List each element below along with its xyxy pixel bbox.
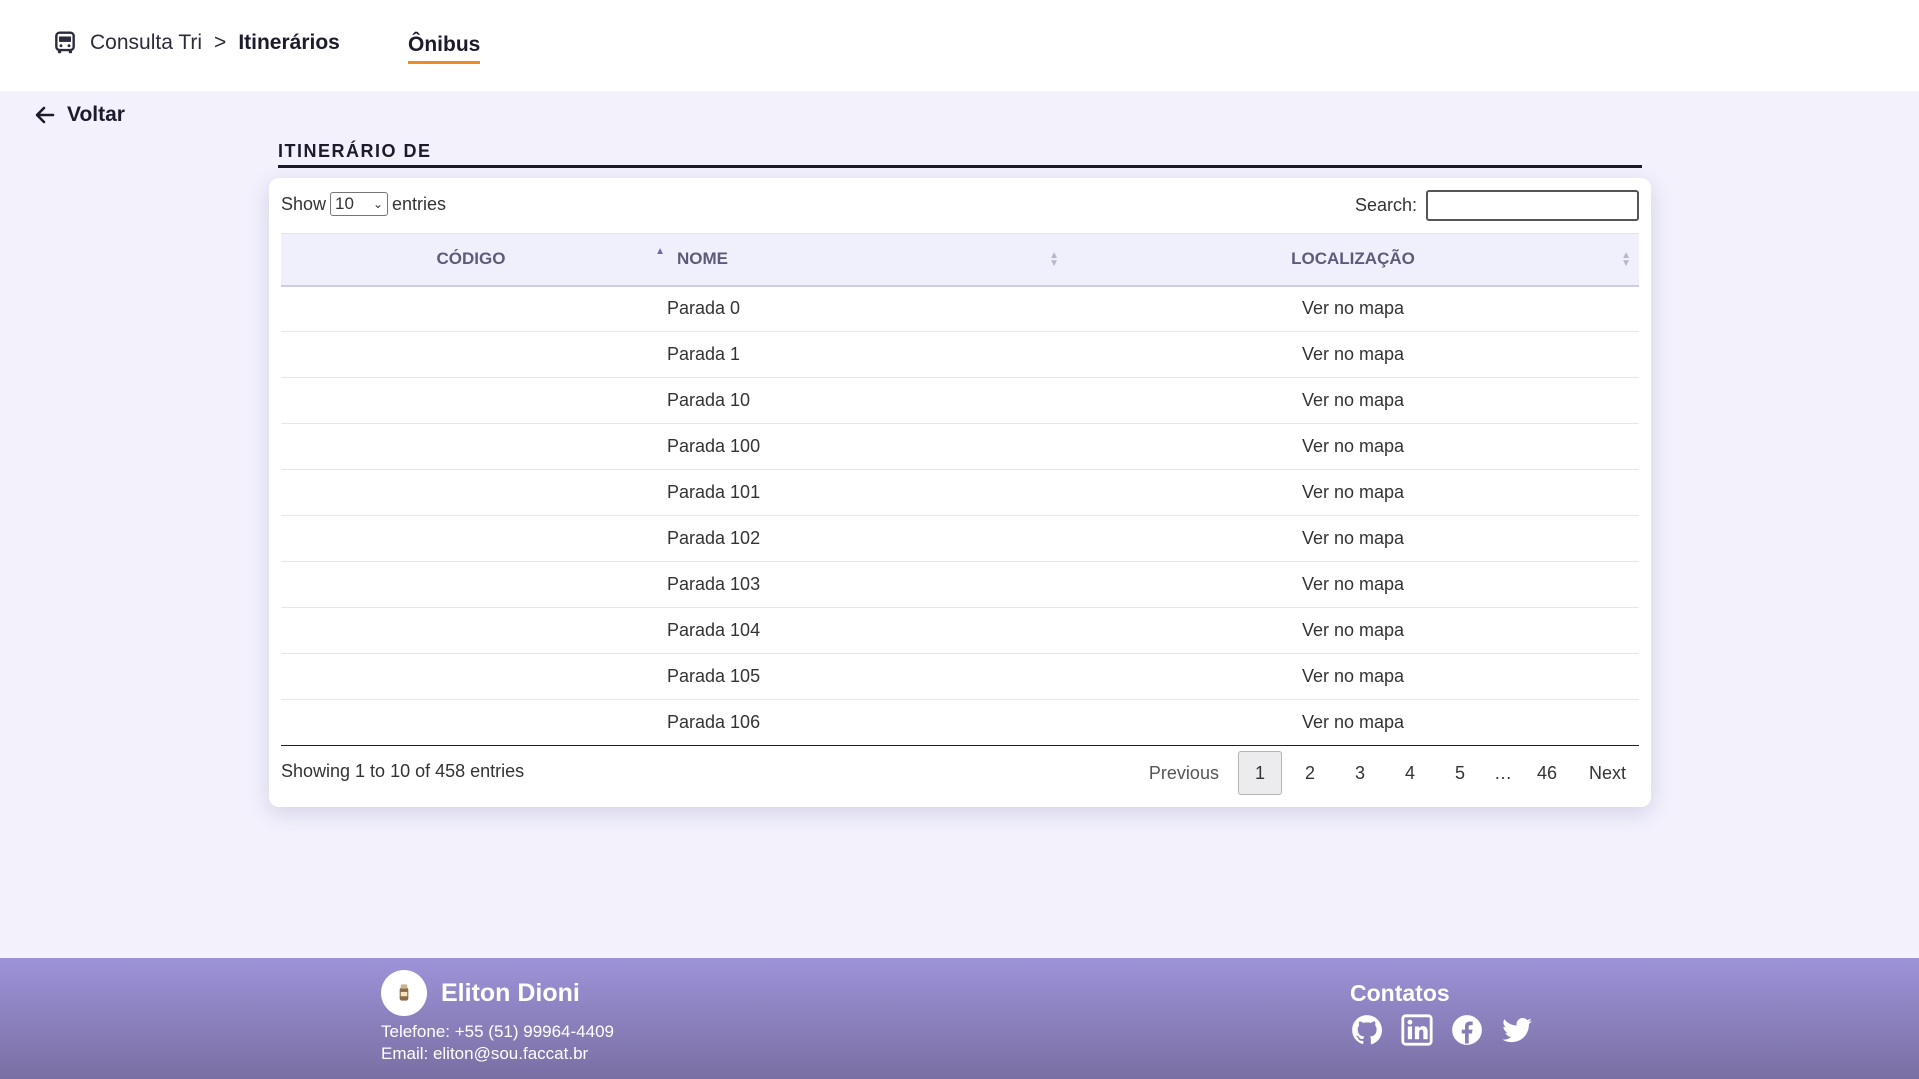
- cell-codigo: [281, 469, 661, 516]
- pagination-page[interactable]: 4: [1388, 751, 1432, 795]
- page-length-value: 10: [335, 194, 354, 213]
- table-row: Parada 100 Ver no mapa: [281, 423, 1639, 470]
- map-link[interactable]: Ver no mapa: [1067, 607, 1639, 654]
- cell-codigo: [281, 607, 661, 654]
- avatar: [381, 970, 427, 1016]
- cell-nome: Parada 0: [661, 285, 1067, 332]
- twitter-icon[interactable]: [1500, 1013, 1534, 1047]
- pagination-next[interactable]: Next: [1576, 751, 1639, 795]
- map-link[interactable]: Ver no mapa: [1067, 285, 1639, 332]
- pagination: Previous 1 2 3 4 5 … 46 Next: [1130, 751, 1639, 795]
- cell-codigo: [281, 285, 661, 332]
- map-link[interactable]: Ver no mapa: [1067, 331, 1639, 378]
- sort-both-icon: ▲ ▼: [1621, 250, 1631, 269]
- map-link[interactable]: Ver no mapa: [1067, 469, 1639, 516]
- table-row: Parada 102 Ver no mapa: [281, 515, 1639, 562]
- entries-label: entries: [392, 193, 447, 214]
- table-row: Parada 0 Ver no mapa: [281, 285, 1639, 332]
- map-link[interactable]: Ver no mapa: [1067, 699, 1639, 746]
- top-navbar: Consulta Tri > Itinerários Ônibus: [0, 0, 1919, 91]
- cell-codigo: [281, 377, 661, 424]
- pagination-page[interactable]: 2: [1288, 751, 1332, 795]
- itinerary-table-card: Show 10 ⌄ entries Search: CÓDIGO ▲ NOME …: [269, 178, 1651, 807]
- sort-both-icon: ▲ ▼: [1049, 250, 1059, 269]
- column-header-codigo[interactable]: CÓDIGO ▲: [281, 233, 665, 287]
- cell-nome: Parada 105: [661, 653, 1067, 700]
- cell-nome: Parada 10: [661, 377, 1067, 424]
- cell-nome: Parada 102: [661, 515, 1067, 562]
- app-name-link[interactable]: Consulta Tri: [90, 31, 202, 55]
- cell-codigo: [281, 561, 661, 608]
- search-label: Search:: [1354, 195, 1417, 215]
- table-row: Parada 103 Ver no mapa: [281, 561, 1639, 608]
- cell-nome: Parada 1: [661, 331, 1067, 378]
- map-link[interactable]: Ver no mapa: [1067, 561, 1639, 608]
- search-input[interactable]: [1426, 190, 1639, 221]
- chevron-down-icon: ⌄: [372, 197, 384, 211]
- author-info: Eliton Dioni Telefone: +55 (51) 99964-44…: [381, 970, 614, 1064]
- breadcrumb-separator: >: [214, 31, 227, 54]
- table-row: Parada 10 Ver no mapa: [281, 377, 1639, 424]
- avatar-icon: [399, 984, 409, 1001]
- github-icon[interactable]: [1350, 1013, 1384, 1047]
- map-link[interactable]: Ver no mapa: [1067, 515, 1639, 562]
- author-email: Email: eliton@sou.faccat.br: [381, 1044, 589, 1063]
- page-length-select[interactable]: 10 ⌄: [330, 192, 389, 216]
- linkedin-icon[interactable]: [1400, 1013, 1434, 1047]
- cell-nome: Parada 104: [661, 607, 1067, 654]
- table-row: Parada 101 Ver no mapa: [281, 469, 1639, 516]
- site-footer: Eliton Dioni Telefone: +55 (51) 99964-44…: [0, 958, 1919, 1079]
- current-page-label: Itinerários: [238, 31, 340, 54]
- pagination-page[interactable]: 46: [1524, 751, 1570, 795]
- cell-codigo: [281, 331, 661, 378]
- map-link[interactable]: Ver no mapa: [1067, 423, 1639, 470]
- cell-codigo: [281, 423, 661, 470]
- map-link[interactable]: Ver no mapa: [1067, 653, 1639, 700]
- table-row: Parada 1 Ver no mapa: [281, 331, 1639, 378]
- map-link[interactable]: Ver no mapa: [1067, 377, 1639, 424]
- cell-nome: Parada 106: [661, 699, 1067, 746]
- pagination-page[interactable]: 5: [1438, 751, 1482, 795]
- cell-codigo: [281, 515, 661, 562]
- back-button[interactable]: Voltar: [33, 103, 125, 127]
- bus-icon: [52, 30, 78, 56]
- table-row: Parada 104 Ver no mapa: [281, 607, 1639, 654]
- itinerary-table: CÓDIGO ▲ NOME ▲ ▼ LOCALIZAÇÃO ▲ ▼ Parada 0…: [281, 233, 1639, 746]
- search-control: Search:: [1355, 190, 1639, 221]
- author-phone: Telefone: +55 (51) 99964-4409: [381, 1022, 614, 1041]
- column-header-localizacao[interactable]: LOCALIZAÇÃO ▲ ▼: [1067, 233, 1639, 287]
- table-row: Parada 106 Ver no mapa: [281, 699, 1639, 746]
- table-row: Parada 105 Ver no mapa: [281, 653, 1639, 700]
- contacts-title: Contatos: [1350, 980, 1450, 1006]
- show-label: Show: [281, 193, 327, 214]
- table-header-row: CÓDIGO ▲ NOME ▲ ▼ LOCALIZAÇÃO ▲ ▼: [281, 233, 1639, 287]
- cell-nome: Parada 103: [661, 561, 1067, 608]
- nav-tab-onibus[interactable]: Ônibus: [408, 33, 481, 64]
- arrow-left-icon: [35, 106, 55, 124]
- cell-nome: Parada 101: [661, 469, 1067, 516]
- table-info: Showing 1 to 10 of 458 entries: [281, 761, 525, 781]
- pagination-previous[interactable]: Previous: [1136, 751, 1232, 795]
- page-length-control: Show 10 ⌄ entries: [281, 192, 446, 216]
- breadcrumb: Consulta Tri > Itinerários: [52, 30, 340, 56]
- column-header-nome[interactable]: NOME ▲ ▼: [661, 233, 1067, 287]
- cell-nome: Parada 100: [661, 423, 1067, 470]
- contacts-section: Contatos: [1350, 980, 1534, 1047]
- pagination-page[interactable]: 1: [1237, 751, 1282, 795]
- back-label: Voltar: [67, 103, 125, 126]
- facebook-icon[interactable]: [1450, 1013, 1484, 1047]
- section-title: ITINERÁRIO DE: [278, 141, 1642, 168]
- pagination-ellipsis: …: [1493, 762, 1512, 783]
- cell-codigo: [281, 653, 661, 700]
- pagination-page[interactable]: 3: [1338, 751, 1382, 795]
- cell-codigo: [281, 699, 661, 746]
- author-name: Eliton Dioni: [441, 978, 580, 1007]
